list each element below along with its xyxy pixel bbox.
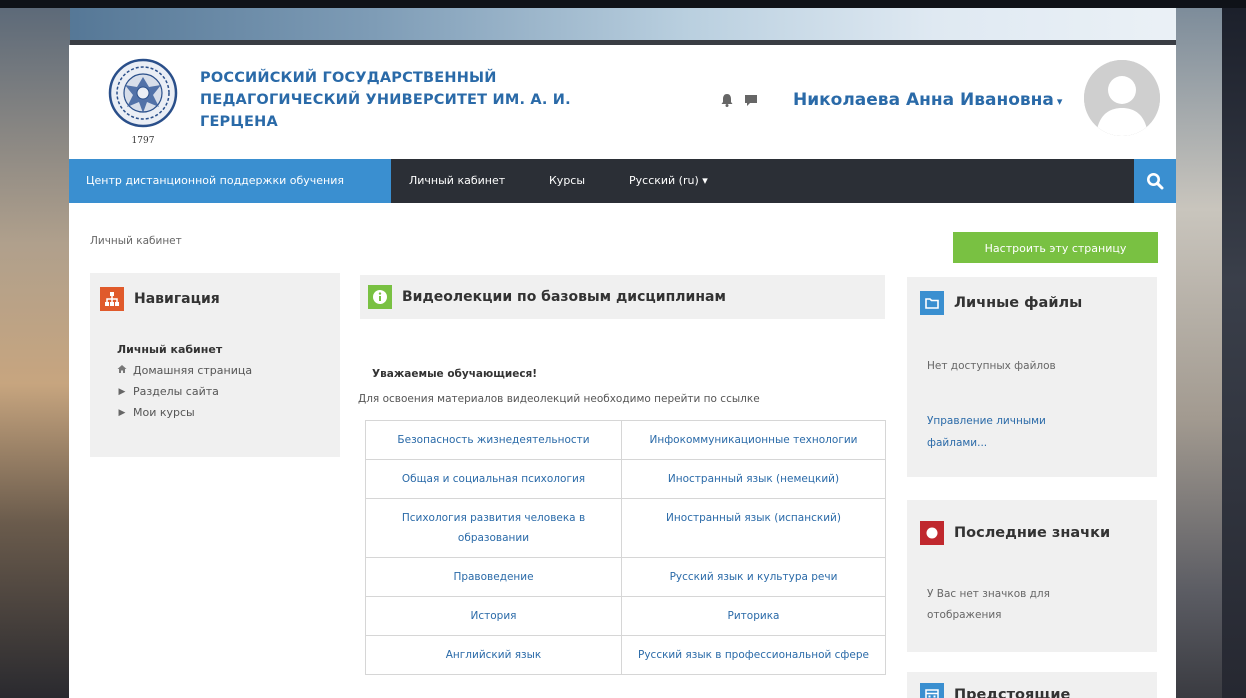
site-name-line: РОССИЙСКИЙ ГОСУДАРСТВЕННЫЙ	[200, 70, 497, 86]
badges-empty-text: У Вас нет значков для отображения	[927, 588, 1050, 621]
course-link[interactable]: Риторика	[621, 596, 886, 636]
user-menu-caret-icon: ▾	[1056, 95, 1063, 108]
site-name-line: ГЕРЦЕНА	[200, 114, 278, 130]
table-row: Английский язык Русский язык в профессио…	[365, 635, 886, 675]
navigation-block: Навигация Личный кабинет Домашняя страни…	[90, 273, 340, 457]
nav-tree-site-pages[interactable]: ▶ Разделы сайта	[117, 385, 219, 398]
university-logo[interactable]: 1797	[103, 55, 183, 149]
nav-tree-label: Разделы сайта	[133, 385, 219, 398]
caret-right-icon: ▶	[118, 407, 126, 418]
user-menu[interactable]: Николаева Анна Ивановна ▾	[793, 90, 1062, 110]
greeting-text: Уважаемые обучающиеся!	[372, 368, 538, 380]
course-link[interactable]: Инфокоммуникационные технологии	[621, 420, 886, 460]
calendar-icon	[920, 683, 944, 698]
main-navbar: Центр дистанционной поддержки обучения Л…	[69, 159, 1176, 203]
course-link[interactable]: Русский язык в профессиональной сфере	[621, 635, 886, 675]
search-icon	[1147, 173, 1164, 190]
messages-icon[interactable]	[744, 93, 758, 107]
site-header: 1797 РОССИЙСКИЙ ГОСУДАРСТВЕННЫЙ ПЕДАГОГИ…	[69, 45, 1176, 159]
home-icon	[117, 364, 127, 377]
table-row: Правоведение Русский язык и культура реч…	[365, 557, 886, 597]
course-link[interactable]: Безопасность жизнедеятельности	[365, 420, 622, 460]
intro-text: Для освоения материалов видеолекций необ…	[358, 393, 760, 405]
course-link[interactable]: Иностранный язык (испанский)	[621, 498, 886, 558]
main-block-header: Видеолекции по базовым дисциплинам	[360, 275, 885, 319]
user-name: Николаева Анна Ивановна	[793, 90, 1054, 110]
course-link[interactable]: История	[365, 596, 622, 636]
private-files-header: Личные файлы	[920, 291, 1082, 315]
notification-bell-icon[interactable]	[720, 93, 734, 107]
moodle-page: 1797 РОССИЙСКИЙ ГОСУДАРСТВЕННЫЙ ПЕДАГОГИ…	[69, 45, 1176, 698]
course-link[interactable]: Английский язык	[365, 635, 622, 675]
table-row: Безопасность жизнедеятельности Инфокомму…	[365, 420, 886, 460]
backdrop-topline	[0, 0, 1246, 8]
logo-year: 1797	[132, 136, 155, 146]
course-link[interactable]: Правоведение	[365, 557, 622, 597]
folder-icon	[920, 291, 944, 315]
caret-right-icon: ▶	[118, 386, 126, 397]
site-name[interactable]: РОССИЙСКИЙ ГОСУДАРСТВЕННЫЙ ПЕДАГОГИЧЕСКИ…	[200, 67, 580, 133]
upcoming-events-block: Предстоящие	[907, 672, 1157, 698]
course-link[interactable]: Психология развития человека в образован…	[365, 498, 622, 558]
sitemap-icon	[100, 287, 124, 311]
navigation-block-header: Навигация	[100, 287, 220, 311]
private-files-block: Личные файлы Нет доступных файлов Управл…	[907, 277, 1157, 477]
user-avatar[interactable]	[1084, 60, 1160, 136]
nav-tree-my-courses[interactable]: ▶ Мои курсы	[117, 406, 195, 419]
course-links-table: Безопасность жизнедеятельности Инфокомму…	[365, 420, 886, 675]
backdrop-right-edge	[1222, 0, 1246, 698]
header-icons	[720, 93, 758, 107]
site-name-line: ПЕДАГОГИЧЕСКИЙ УНИВЕРСИТЕТ ИМ. А. И.	[200, 92, 571, 108]
nav-item-language[interactable]: Русский (ru) ▾	[629, 159, 708, 203]
private-files-empty-text: Нет доступных файлов	[927, 360, 1056, 372]
recent-badges-block: Последние значки У Вас нет значков для о…	[907, 500, 1157, 652]
private-files-title: Личные файлы	[954, 295, 1083, 311]
navbar-brand-link[interactable]: Центр дистанционной поддержки обучения	[69, 159, 391, 203]
table-row: Общая и социальная психология Иностранны…	[365, 459, 886, 499]
nav-item-courses[interactable]: Курсы	[549, 159, 585, 203]
nav-tree-root[interactable]: Личный кабинет	[117, 343, 222, 356]
main-block-title: Видеолекции по базовым дисциплинам	[402, 289, 726, 305]
navigation-block-title: Навигация	[134, 291, 220, 307]
recent-badges-title: Последние значки	[954, 525, 1111, 541]
nav-tree-label: Домашняя страница	[133, 364, 253, 377]
nav-tree-label: Мои курсы	[133, 406, 195, 419]
upcoming-events-header: Предстоящие	[920, 683, 1070, 698]
navbar-search-button[interactable]	[1134, 159, 1176, 203]
upcoming-events-title: Предстоящие	[954, 687, 1071, 698]
backdrop-left	[0, 0, 70, 698]
recent-badges-header: Последние значки	[920, 521, 1110, 545]
nav-tree-home[interactable]: Домашняя страница	[117, 364, 252, 377]
badge-icon	[920, 521, 944, 545]
course-link[interactable]: Русский язык и культура речи	[621, 557, 886, 597]
info-icon	[368, 285, 392, 309]
breadcrumb[interactable]: Личный кабинет	[90, 235, 182, 247]
course-link[interactable]: Общая и социальная психология	[365, 459, 622, 499]
table-row: История Риторика	[365, 596, 886, 636]
manage-files-link[interactable]: Управление личными файлами...	[927, 410, 1077, 454]
course-link[interactable]: Иностранный язык (немецкий)	[621, 459, 886, 499]
table-row: Психология развития человека в образован…	[365, 498, 886, 558]
customize-page-button[interactable]: Настроить эту страницу	[953, 232, 1158, 263]
nav-item-dashboard[interactable]: Личный кабинет	[409, 159, 505, 203]
